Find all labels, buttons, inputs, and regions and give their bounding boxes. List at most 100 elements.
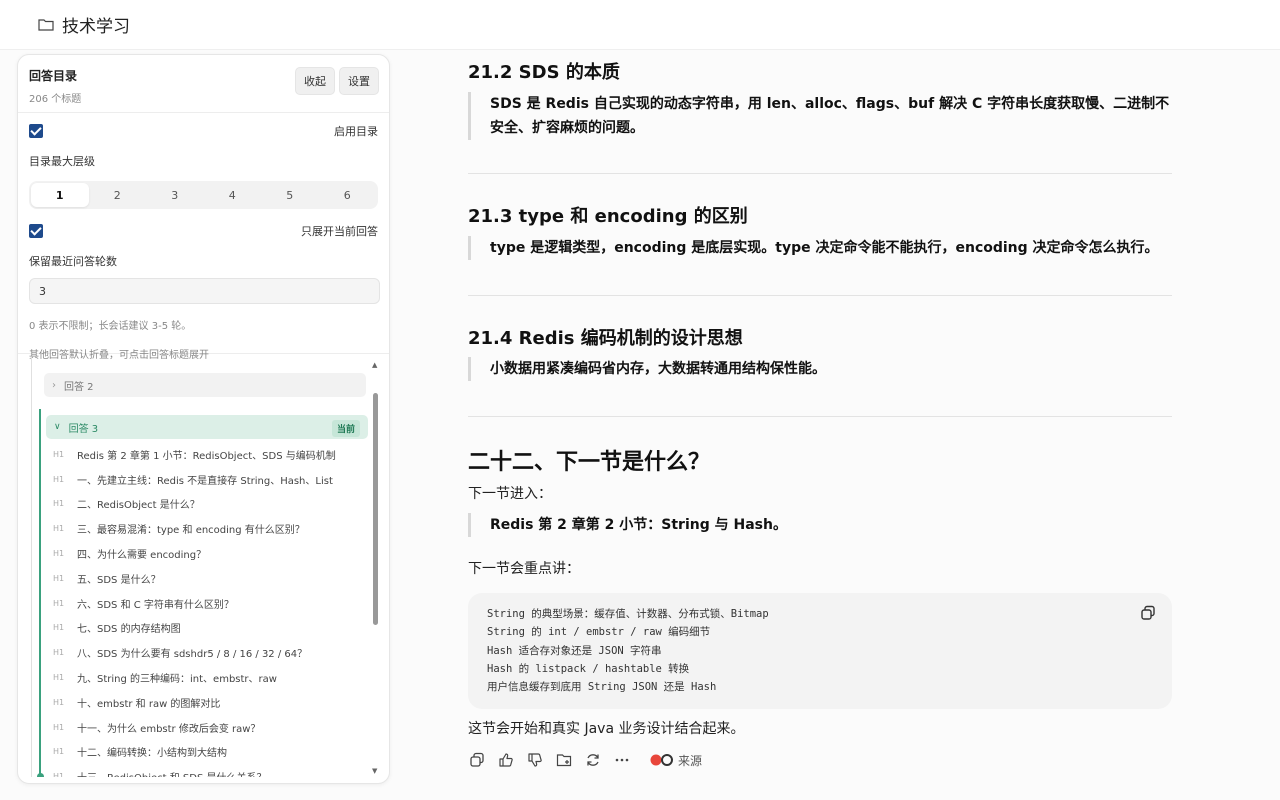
toc-item[interactable]: H1 五、SDS 是什么？ [41, 566, 369, 591]
toc-item[interactable]: H1 十、embstr 和 raw 的图解对比 [41, 690, 369, 715]
toc-item-label: Redis 第 2 章第 1 小节：RedisObject、SDS 与编码机制 [77, 450, 336, 462]
toc-item-label: 十、embstr 和 raw 的图解对比 [77, 698, 221, 710]
divider [468, 416, 1172, 417]
collapse-button[interactable]: 收起 [295, 67, 335, 95]
heading-level-tag: H1 [53, 573, 65, 583]
level-option-1[interactable]: 1 [31, 183, 89, 207]
heading-level-tag: H1 [53, 524, 65, 534]
toc-item[interactable]: H1 三、最容易混淆：type 和 encoding 有什么区别？ [41, 516, 369, 541]
current-badge: 当前 [331, 420, 360, 437]
level-option-5[interactable]: 5 [261, 183, 319, 207]
settings-button[interactable]: 设置 [339, 67, 379, 95]
source-logo-icon [650, 754, 673, 766]
toc-item-label: 三、最容易混淆：type 和 encoding 有什么区别？ [77, 525, 305, 537]
closing-text: 这节会开始和真实 Java 业务设计结合起来。 [468, 721, 745, 737]
section-21-3-title: 21.3 type 和 encoding 的区别 [468, 206, 748, 227]
heading-level-tag: H1 [53, 474, 65, 484]
scroll-thumb[interactable] [373, 393, 378, 625]
answer-3-header[interactable]: ∨ 回答 3 当前 [46, 415, 368, 439]
toc-item-label: 七、SDS 的内存结构图 [77, 624, 181, 636]
heading-level-tag: H1 [53, 673, 65, 683]
next-intro-text: 下一节进入： [468, 486, 552, 502]
toc-item[interactable]: H1 十二、编码转换：小结构到大结构 [41, 740, 369, 765]
toc-item[interactable]: H1 六、SDS 和 C 字符串有什么区别？ [41, 591, 369, 616]
code-line: String 的典型场景：缓存值、计数器、分布式锁、Bitmap [487, 608, 769, 620]
heading-level-tag: H1 [53, 598, 65, 608]
toc-scrollbar[interactable]: ▲ ▼ [372, 361, 380, 775]
level-option-6[interactable]: 6 [319, 183, 377, 207]
message-actions: 来源 [468, 751, 702, 769]
chevron-right-icon: › [52, 379, 56, 391]
heading-level-tag: H1 [53, 449, 65, 459]
toc-item[interactable]: H1 十三、RedisObject 和 SDS 是什么关系？ [41, 764, 369, 777]
next-section-quote: Redis 第 2 章第 2 小节：String 与 Hash。 [468, 513, 1172, 537]
scroll-up-icon[interactable]: ▲ [372, 361, 377, 369]
enable-toc-checkbox[interactable] [29, 124, 43, 138]
code-block: String 的典型场景：缓存值、计数器、分布式锁、Bitmap String … [468, 593, 1172, 709]
divider [468, 173, 1172, 174]
more-icon[interactable] [613, 751, 631, 769]
toc-item[interactable]: H1 Redis 第 2 章第 1 小节：RedisObject、SDS 与编码机… [41, 442, 369, 467]
thumbs-down-icon[interactable] [526, 751, 544, 769]
toc-header: 回答目录 206 个标题 收起 设置 [18, 55, 389, 113]
tree-guide-line [31, 357, 32, 777]
code-line: 用户信息缓存到底用 String JSON 还是 Hash [487, 681, 717, 694]
expand-current-checkbox[interactable] [29, 224, 43, 238]
toc-item-label: 九、String 的三种编码：int、embstr、raw [77, 674, 277, 686]
level-option-2[interactable]: 2 [89, 183, 147, 207]
heading-level-tag: H1 [53, 722, 65, 732]
heading-level-tag: H1 [53, 747, 65, 757]
level-option-4[interactable]: 4 [204, 183, 262, 207]
code-line: Hash 的 listpack / hashtable 转换 [487, 662, 690, 675]
folder-icon [38, 19, 54, 31]
answer-content: 21.2 SDS 的本质 SDS 是 Redis 自己实现的动态字符串，用 le… [468, 50, 1172, 800]
heading-level-tag: H1 [53, 499, 65, 509]
section-21-4-quote: 小数据用紧凑编码省内存，大数据转通用结构保性能。 [468, 357, 1172, 381]
section-21-2-quote: SDS 是 Redis 自己实现的动态字符串，用 len、alloc、flags… [468, 92, 1172, 140]
scroll-down-icon[interactable]: ▼ [372, 767, 377, 775]
answer-2-header[interactable]: › 回答 2 [44, 373, 366, 397]
copy-code-icon[interactable] [1140, 605, 1156, 621]
code-line: String 的 int / embstr / raw 编码细节 [487, 626, 711, 639]
source-button[interactable]: 来源 [650, 752, 702, 769]
toc-item[interactable]: H1 二、RedisObject 是什么？ [41, 492, 369, 517]
heading-level-tag: H1 [53, 772, 65, 777]
toc-item-label: 五、SDS 是什么？ [77, 574, 161, 586]
toc-item[interactable]: H1 八、SDS 为什么要有 sdshdr5 / 8 / 16 / 32 / 64… [41, 640, 369, 665]
copy-icon[interactable] [468, 751, 486, 769]
toc-item-label: 四、为什么需要 encoding？ [77, 550, 207, 562]
source-label: 来源 [678, 753, 703, 768]
save-to-folder-icon[interactable] [555, 751, 573, 769]
regenerate-icon[interactable] [584, 751, 602, 769]
keep-rounds-input[interactable]: 3 [29, 278, 380, 304]
top-bar: 技术学习 [0, 0, 1280, 50]
keep-rounds-hint: 0 表示不限制；长会话建议 3-5 轮。 [29, 321, 192, 332]
section-22-title: 二十二、下一节是什么？ [468, 450, 711, 475]
toc-item-label: 十一、为什么 embstr 修改后会变 raw？ [77, 723, 261, 735]
keep-rounds-label: 保留最近问答轮数 [29, 255, 117, 268]
toc-item-label: 二、RedisObject 是什么？ [77, 500, 200, 512]
toc-panel: 回答目录 206 个标题 收起 设置 启用目录 目录最大层级 1 2 3 4 5… [17, 54, 390, 784]
toc-settings: 启用目录 目录最大层级 1 2 3 4 5 6 只展开当前回答 保留最近问答轮数… [18, 113, 389, 361]
heading-level-tag: H1 [53, 623, 65, 633]
page-title: 技术学习 [62, 17, 130, 37]
toc-item[interactable]: H1 七、SDS 的内存结构图 [41, 616, 369, 641]
current-position-dot [37, 773, 44, 777]
toc-item[interactable]: H1 一、先建立主线：Redis 不是直接存 String、Hash、List [41, 467, 369, 492]
toc-list: › 回答 2 ∨ 回答 3 当前 H1 Redis 第 2 章第 1 小节：Red… [29, 357, 375, 777]
toc-item-label: 十三、RedisObject 和 SDS 是什么关系？ [77, 769, 267, 777]
max-level-selector: 1 2 3 4 5 6 [29, 181, 378, 209]
toc-item[interactable]: H1 四、为什么需要 encoding？ [41, 541, 369, 566]
enable-toc-label: 启用目录 [334, 125, 378, 138]
toc-item[interactable]: H1 九、String 的三种编码：int、embstr、raw [41, 665, 369, 690]
section-21-3-quote: type 是逻辑类型，encoding 是底层实现。type 决定命令能不能执行… [468, 236, 1172, 260]
toc-item-label: 一、先建立主线：Redis 不是直接存 String、Hash、List [77, 475, 333, 487]
section-21-4-title: 21.4 Redis 编码机制的设计思想 [468, 328, 743, 349]
toc-item[interactable]: H1 十一、为什么 embstr 修改后会变 raw？ [41, 715, 369, 740]
level-option-3[interactable]: 3 [146, 183, 204, 207]
max-level-label: 目录最大层级 [29, 155, 95, 168]
thumbs-up-icon[interactable] [497, 751, 515, 769]
toc-item-label: 八、SDS 为什么要有 sdshdr5 / 8 / 16 / 32 / 64？ [77, 649, 308, 661]
divider [468, 295, 1172, 296]
chevron-down-icon: ∨ [54, 422, 61, 432]
